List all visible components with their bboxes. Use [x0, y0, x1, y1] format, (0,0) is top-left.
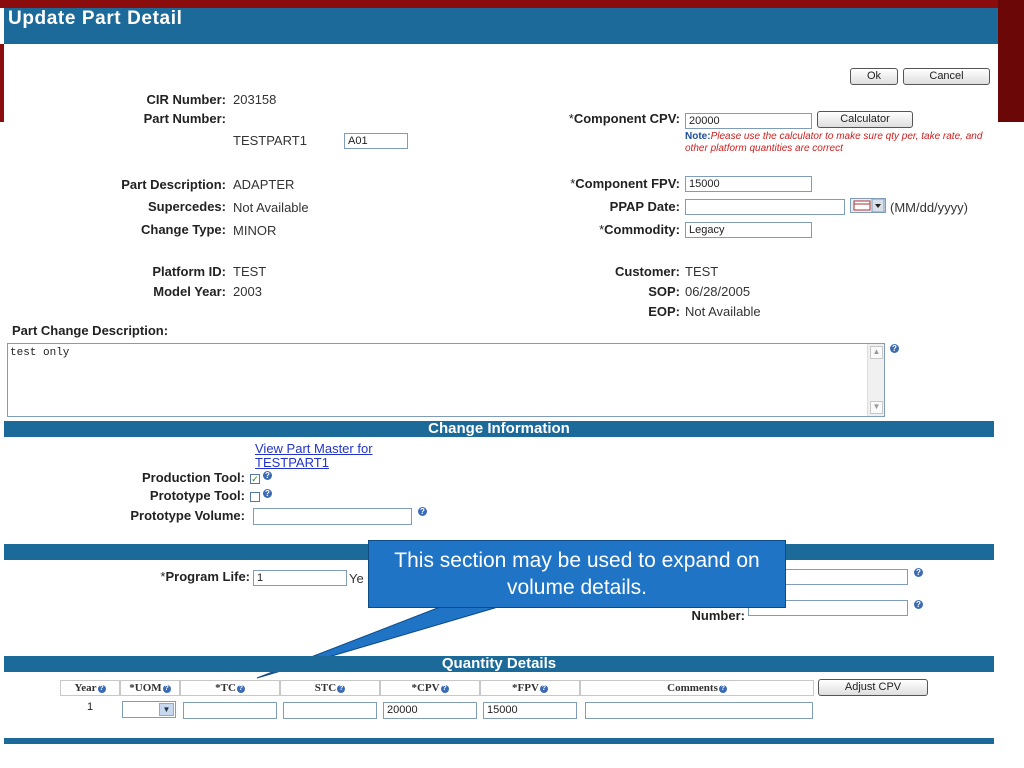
callout-box: This section may be used to expand on vo… — [368, 540, 786, 608]
chevron-down-icon[interactable]: ▼ — [159, 703, 174, 716]
col-year: Year? — [60, 680, 120, 696]
callout-pointer — [256, 606, 499, 679]
tc-field[interactable] — [183, 702, 277, 719]
col-uom: *UOM? — [120, 680, 180, 696]
col-fpv: *FPV? — [480, 680, 580, 696]
quantity-details-header: Quantity Details — [4, 656, 994, 672]
comments-field[interactable] — [585, 702, 813, 719]
row-year: 1 — [86, 701, 94, 713]
stc-field[interactable] — [283, 702, 377, 719]
adjust-cpv-button[interactable]: Adjust CPV — [818, 679, 928, 696]
fpv-field[interactable]: 15000 — [483, 702, 577, 719]
col-tc: *TC? — [180, 680, 280, 696]
cpv-field[interactable]: 20000 — [383, 702, 477, 719]
uom-select[interactable]: ▼ — [122, 701, 176, 718]
supplier-details-header — [4, 738, 994, 744]
col-comments: Comments? — [580, 680, 814, 696]
col-cpv: *CPV? — [380, 680, 480, 696]
col-stc: STC? — [280, 680, 380, 696]
